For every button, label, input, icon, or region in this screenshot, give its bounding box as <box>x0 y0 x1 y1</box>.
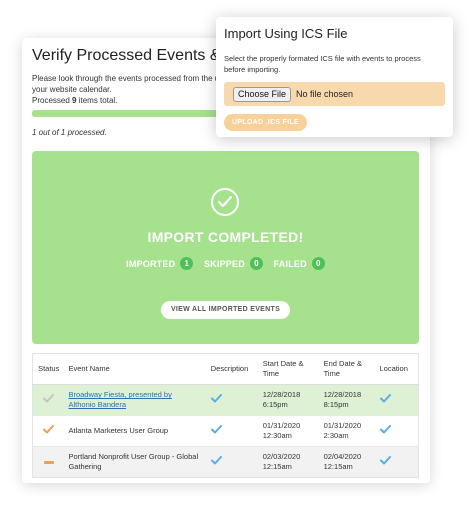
processed-total: Processed 9 items total. <box>32 95 232 106</box>
end-date: 01/31/2020 <box>323 420 362 430</box>
check-circle-icon <box>211 188 239 216</box>
location-cell <box>375 384 419 416</box>
table-header-row: Status Event Name Description Start Date… <box>32 353 419 385</box>
header-event-name[interactable]: Event Name <box>64 353 207 385</box>
event-name-line-1: Broadway Fiesta, presented by <box>68 390 172 400</box>
dash-icon <box>43 460 54 464</box>
description-cell <box>206 384 259 416</box>
end-time: 12:15am <box>323 462 353 471</box>
imported-label: IMPORTED <box>126 258 176 269</box>
intro-line-1: Please look through the events processed… <box>32 74 230 83</box>
header-location[interactable]: Location <box>375 353 419 385</box>
start-date-cell: 02/03/2020 12:15am <box>258 446 320 478</box>
stat-skipped: SKIPPED 0 <box>204 257 263 270</box>
event-name-cell: Atlanta Marketers User Group <box>64 415 207 447</box>
event-name-line-2: Althonio Bandera <box>68 400 127 410</box>
start-date-cell: 01/31/2020 12:30am <box>258 415 320 447</box>
check-icon <box>210 456 222 465</box>
header-end-line-1: End Date & <box>323 359 362 368</box>
header-end-date[interactable]: End Date & Time <box>319 353 376 385</box>
ics-description: Select the properly formated ICS file wi… <box>224 54 421 74</box>
end-date-cell: 12/28/2018 8:15pm <box>319 384 376 416</box>
end-date-cell: 02/04/2020 12:15am <box>319 446 376 478</box>
location-cell <box>375 446 419 478</box>
upload-ics-button[interactable]: UPLOAD .ICS FILE <box>224 114 307 131</box>
stat-failed: FAILED 0 <box>274 257 325 270</box>
intro-text: Please look through the events processed… <box>32 73 232 106</box>
end-date-cell: 01/31/2020 2:30am <box>319 415 376 447</box>
start-time: 12:30am <box>262 430 292 440</box>
table-row: Portland Nonprofit User Group - Global Ga… <box>32 446 419 478</box>
check-icon <box>210 424 222 434</box>
view-all-imported-events-button[interactable]: VIEW ALL IMPORTED EVENTS <box>161 301 290 319</box>
event-name-line-1: Portland Nonprofit User Group - Global <box>68 452 199 461</box>
header-start-line-2: Time <box>262 369 280 378</box>
check-icon <box>379 424 391 434</box>
header-start-date[interactable]: Start Date & Time <box>258 353 320 385</box>
intro-line-2: your website calendar. <box>32 85 112 94</box>
check-icon <box>210 394 222 403</box>
import-stats: IMPORTED 1 SKIPPED 0 FAILED 0 <box>32 257 419 270</box>
imported-count-badge: 1 <box>180 257 194 270</box>
file-input-row: Choose File No file chosen <box>224 82 445 106</box>
event-name-line-1: Atlanta Marketers User Group <box>68 425 169 435</box>
failed-count-badge: 0 <box>311 257 325 270</box>
ics-panel-title: Import Using ICS File <box>224 26 348 41</box>
start-date-cell: 12/28/2018 6:15pm <box>258 384 320 416</box>
processed-suffix: items total. <box>76 96 118 105</box>
check-icon <box>379 456 391 465</box>
skipped-count-badge: 0 <box>249 257 263 270</box>
table-row: Atlanta Marketers User Group 01/31/2020 1… <box>32 415 419 447</box>
stat-imported: IMPORTED 1 <box>126 257 194 270</box>
header-start-line-1: Start Date & <box>262 359 304 368</box>
description-cell <box>206 415 259 447</box>
choose-file-button[interactable]: Choose File <box>233 86 292 102</box>
processed-status: 1 out of 1 processed. <box>32 128 107 137</box>
check-icon <box>43 394 55 403</box>
check-icon <box>379 394 391 403</box>
event-name-cell: Portland Nonprofit User Group - Global Ga… <box>64 446 207 478</box>
table-row: Broadway Fiesta, presented by Althonio Ba… <box>32 384 419 416</box>
start-time: 12:15am <box>262 462 292 471</box>
description-cell <box>206 446 259 478</box>
check-icon <box>43 424 55 434</box>
start-date: 01/31/2020 <box>262 420 301 430</box>
event-name-cell: Broadway Fiesta, presented by Althonio Ba… <box>64 384 207 416</box>
skipped-label: SKIPPED <box>203 258 245 269</box>
event-link[interactable]: Broadway Fiesta, presented by Althonio Ba… <box>68 390 171 409</box>
status-cell <box>32 446 65 478</box>
end-time: 8:15pm <box>323 400 349 410</box>
location-cell <box>375 415 419 447</box>
start-time: 6:15pm <box>262 400 288 410</box>
import-complete-panel: IMPORT COMPLETED! IMPORTED 1 SKIPPED 0 FAI… <box>32 151 419 344</box>
status-cell <box>32 415 65 447</box>
processed-prefix: Processed <box>32 96 73 105</box>
header-status[interactable]: Status <box>32 353 65 385</box>
status-cell <box>32 384 65 416</box>
failed-label: FAILED <box>273 258 307 269</box>
events-table: Status Event Name Description Start Date… <box>32 353 419 478</box>
end-time: 2:30am <box>323 430 349 440</box>
header-end-line-2: Time <box>323 369 340 378</box>
file-status: No file chosen <box>296 89 354 99</box>
ics-import-panel: Import Using ICS File Select the properl… <box>216 17 453 137</box>
header-description[interactable]: Description <box>206 353 259 385</box>
start-date: 12/28/2018 <box>262 390 301 400</box>
event-name-line-2: Gathering <box>68 462 102 471</box>
end-date: 02/04/2020 <box>323 452 362 461</box>
start-date: 02/03/2020 <box>262 452 301 461</box>
import-completed-heading: IMPORT COMPLETED! <box>147 229 304 245</box>
end-date: 12/28/2018 <box>323 390 362 400</box>
